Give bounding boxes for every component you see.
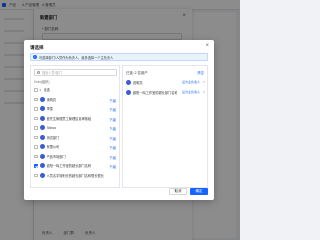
selected-count: 已选: 2 名用户 [126, 71, 148, 75]
checkbox[interactable] [34, 154, 38, 158]
chevron-down-icon[interactable]: ▾ [40, 88, 43, 92]
checkbox[interactable] [34, 116, 38, 120]
avatar [39, 96, 45, 102]
tree-item[interactable]: 李雪 下级 [34, 104, 118, 114]
org-label: Cnbr(组织) [34, 80, 50, 84]
sub-level-link[interactable]: 下级 [109, 126, 116, 131]
tree-item[interactable]: 产品市场部门 下级 [34, 152, 118, 162]
selected-item: 欧阳一鸣工作室的超长部门名称 设为主负责人 × [126, 87, 206, 97]
select-modal: 请选择 × i 可选择部门/人员作为负责人，最多选择一个主负责人 Cnbr(组织… [24, 40, 214, 200]
avatar [39, 115, 45, 121]
tree-item[interactable]: 张明亮 下级 [34, 95, 118, 105]
tree-item-label: 人员名字特别长的超长部门名称很长很长 [46, 173, 104, 178]
avatar [39, 153, 45, 159]
cancel-button[interactable]: 取消 [169, 188, 187, 195]
avatar [39, 172, 45, 178]
tree-item-label: 产品市场部门 [46, 154, 66, 159]
avatar [39, 163, 45, 169]
tree-item-label: 有限公司 [46, 145, 60, 150]
checkbox[interactable] [34, 88, 38, 92]
tree-item[interactable]: Shinoo 下级 [34, 123, 118, 133]
tree-item[interactable]: 欧阳一鸣工作室的超长部门名称 下级 [34, 161, 118, 171]
checkbox[interactable] [34, 135, 38, 139]
tree-item[interactable]: ▾ 全选 [34, 85, 118, 95]
avatar [39, 144, 45, 150]
close-icon[interactable]: × [205, 43, 209, 49]
org-tree-list: ▾ 全选 张明亮 下级 李雪 下级 首先生管理员工管理信息审核组 下级 Shinoo 下级 测试部门… [34, 85, 118, 180]
sub-level-link[interactable]: 下级 [109, 145, 116, 150]
tree-item[interactable]: 首先生管理员工管理信息审核组 下级 [34, 114, 118, 124]
avatar [39, 134, 45, 140]
tree-item-label: 欧阳一鸣工作室的超长部门名称 [46, 164, 92, 169]
checkbox[interactable] [34, 97, 38, 101]
selected-item-label: 张明亮 [133, 80, 143, 85]
clear-button[interactable]: 清空 [197, 70, 204, 75]
tree-item[interactable]: 人员名字特别长的超长部门名称很长很长 [34, 171, 118, 181]
selected-list: 张明亮 设为主负责人 × 欧阳一鸣工作室的超长部门名称 设为主负责人 × [126, 77, 206, 97]
org-tree-panel: Cnbr(组织) ▾全选张明亮下级李雪下级首先生管理员工管理信息审核组下级Shi… [30, 65, 120, 188]
avatar [126, 79, 131, 85]
selected-item-label: 欧阳一鸣工作室的超长部门名称 [133, 90, 177, 95]
search-icon [37, 71, 40, 74]
sub-level-link[interactable]: 下级 [109, 164, 116, 169]
tree-item-label: 张明亮 [46, 97, 57, 102]
notice-text: 可选择部门/人员作为负责人，最多选择一个主负责人 [39, 55, 114, 60]
avatar [39, 106, 45, 112]
modal-title: 请选择 [30, 45, 44, 50]
checkbox[interactable] [34, 145, 38, 149]
search-box [34, 69, 117, 76]
ok-button[interactable]: 确定 [190, 188, 208, 195]
tree-item-label: 全选 [43, 88, 50, 93]
tree-item[interactable]: 有限公司 下级 [34, 142, 118, 152]
avatar [126, 89, 131, 95]
search-input[interactable] [42, 70, 112, 75]
remove-icon[interactable]: × [203, 89, 205, 94]
sub-level-link[interactable]: 下级 [109, 98, 116, 103]
set-primary-link[interactable]: 设为主负责人 [182, 90, 200, 94]
tree-item[interactable]: 测试部门 下级 [34, 133, 118, 143]
checkbox[interactable] [34, 173, 38, 177]
sub-level-link[interactable]: 下级 [109, 107, 116, 112]
sub-level-link[interactable]: 下级 [109, 136, 116, 141]
remove-icon[interactable]: × [203, 79, 205, 84]
tree-item-label: Shinoo [46, 125, 57, 130]
checkbox[interactable] [34, 107, 38, 111]
sub-level-link[interactable]: 下级 [109, 117, 116, 122]
selected-item: 张明亮 设为主负责人 × [126, 77, 206, 87]
checkbox[interactable] [34, 126, 38, 130]
checkbox[interactable] [34, 164, 38, 168]
sub-level-link[interactable]: 下级 [109, 155, 116, 160]
info-notice: i 可选择部门/人员作为负责人，最多选择一个主负责人 [30, 53, 208, 61]
tree-item-label: 李雪 [46, 107, 53, 112]
info-icon: i [33, 55, 37, 59]
tree-item-label: 首先生管理员工管理信息审核组 [46, 116, 92, 121]
avatar [39, 125, 45, 131]
tree-item-label: 测试部门 [46, 135, 60, 140]
selected-panel: 已选: 2 名用户 清空 张明亮 设为主负责人 × 欧阳一鸣工作室的超长部门名称 设为主… [122, 65, 208, 188]
set-primary-link[interactable]: 设为主负责人 [182, 80, 200, 84]
